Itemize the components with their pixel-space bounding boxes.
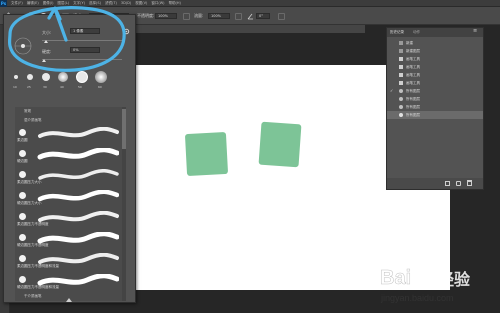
watermark-url: jingyan.baidu.com	[381, 293, 454, 303]
watermark-brand-cn: 经验	[438, 270, 471, 289]
baidu-jingyan-watermark: Bai 经验 jingyan.baidu.com	[378, 262, 496, 308]
svg-text:Bai: Bai	[380, 267, 411, 289]
baidu-logo: Bai	[380, 266, 433, 289]
